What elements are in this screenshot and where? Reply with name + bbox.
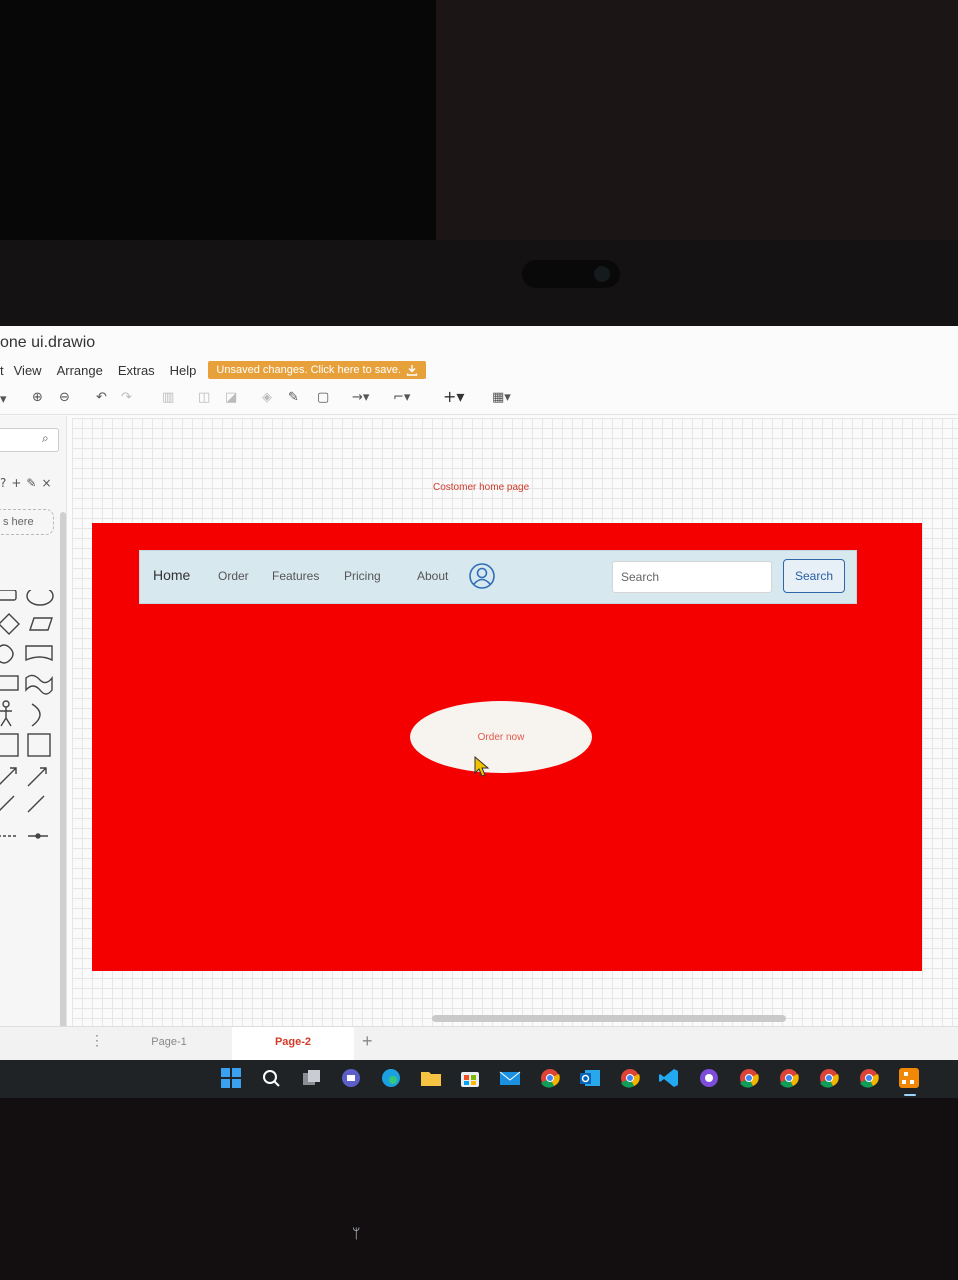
file-explorer-icon[interactable] <box>420 1067 442 1089</box>
active-app-indicator <box>904 1094 916 1096</box>
windows-start-icon[interactable] <box>220 1067 242 1089</box>
chrome-icon[interactable] <box>818 1067 840 1089</box>
scratchpad-drop-area[interactable]: s here <box>0 509 54 535</box>
waypoints-icon[interactable]: ⌐▾ <box>393 391 410 404</box>
menu-arrange[interactable]: Arrange <box>57 363 103 378</box>
delete-icon[interactable]: ▥ <box>162 391 174 404</box>
tab-page-2[interactable]: Page-2 <box>232 1027 354 1061</box>
monitor-bezel-bottom <box>0 1098 958 1280</box>
diagram-page-label[interactable]: Costomer home page <box>433 482 529 493</box>
app-title: one ui.drawio <box>0 334 96 351</box>
nav-home[interactable]: Home <box>153 567 190 583</box>
sidebar-scrollbar[interactable] <box>60 512 66 1052</box>
windows-taskbar <box>0 1060 958 1098</box>
insert-icon[interactable]: +▾ <box>443 389 464 405</box>
search-icon[interactable] <box>260 1067 282 1089</box>
background-wall <box>436 0 958 240</box>
menu-help[interactable]: Help <box>170 363 197 378</box>
order-now-button[interactable]: Order now <box>410 701 592 773</box>
chrome-icon[interactable] <box>539 1067 561 1089</box>
download-icon <box>406 365 418 376</box>
shape-sidebar: ⌕ ?+✎× s here <box>0 416 67 1056</box>
shape-palette[interactable] <box>0 590 60 870</box>
page-tabs: ⋮ Page-1 Page-2 + <box>0 1026 958 1061</box>
table-icon[interactable]: ▦▾ <box>492 391 511 404</box>
mouse-cursor-icon <box>474 756 490 777</box>
chrome-icon[interactable] <box>619 1067 641 1089</box>
pages-menu-icon[interactable]: ⋮ <box>90 1032 104 1049</box>
nav-features[interactable]: Features <box>272 569 319 583</box>
chrome-icon[interactable] <box>778 1067 800 1089</box>
nav-about[interactable]: About <box>417 569 448 583</box>
fill-color-icon[interactable]: ◈ <box>262 391 272 404</box>
redo-icon[interactable]: ↷ <box>121 391 132 404</box>
tab-page-1[interactable]: Page-1 <box>108 1027 230 1061</box>
undo-icon[interactable]: ↶ <box>96 391 107 404</box>
connection-icon[interactable]: →▾ <box>352 391 369 404</box>
menu-view[interactable]: View <box>14 363 42 378</box>
chrome-icon[interactable] <box>858 1067 880 1089</box>
search-button[interactable]: Search <box>783 559 845 593</box>
background-dark <box>0 0 436 240</box>
unsaved-changes-button[interactable]: Unsaved changes. Click here to save. <box>208 361 427 379</box>
to-front-icon[interactable]: ◫ <box>198 391 210 404</box>
vscode-icon[interactable] <box>658 1067 680 1089</box>
menu-edit[interactable]: t <box>0 363 4 378</box>
webcam-lens <box>594 266 610 282</box>
edge-icon[interactable] <box>380 1067 402 1089</box>
toolbar: ▾ ⊕ ⊖ ↶ ↷ ▥ ◫ ◪ ◈ ✎ ▢ →▾ ⌐▾ +▾ ▦▾ <box>0 386 958 415</box>
order-now-label: Order now <box>477 731 525 743</box>
drawio-icon[interactable] <box>898 1067 920 1089</box>
monitor-bezel-top <box>0 240 958 326</box>
menu-extras[interactable]: Extras <box>118 363 155 378</box>
chevron-down-icon[interactable]: ▾ <box>0 393 7 406</box>
task-view-icon[interactable] <box>300 1067 322 1089</box>
wifi-indicator-icon: ᛘ <box>352 1226 361 1242</box>
search-icon: ⌕ <box>42 431 49 445</box>
nav-pricing[interactable]: Pricing <box>344 569 381 583</box>
teams-icon[interactable] <box>340 1067 362 1089</box>
to-back-icon[interactable]: ◪ <box>225 391 237 404</box>
line-color-icon[interactable]: ✎ <box>288 391 299 404</box>
menubar: t View Arrange Extras Help Unsaved chang… <box>0 359 427 381</box>
scratchpad-tools[interactable]: ?+✎× <box>0 476 57 490</box>
mail-icon[interactable] <box>499 1067 521 1089</box>
store-icon[interactable] <box>459 1067 481 1089</box>
canvas-horizontal-scrollbar[interactable] <box>432 1015 786 1022</box>
zoom-in-icon[interactable]: ⊕ <box>32 391 43 404</box>
chrome-icon[interactable] <box>738 1067 760 1089</box>
outlook-icon[interactable] <box>579 1067 601 1089</box>
github-desktop-icon[interactable] <box>698 1067 720 1089</box>
shape-search-input[interactable]: ⌕ <box>0 428 59 452</box>
shadow-icon[interactable]: ▢ <box>317 391 329 404</box>
zoom-out-icon[interactable]: ⊖ <box>59 391 70 404</box>
mock-navbar[interactable]: Home Order Features Pricing About Search <box>139 550 857 604</box>
add-page-icon[interactable]: + <box>362 1031 373 1052</box>
user-avatar-icon[interactable] <box>469 563 495 589</box>
unsaved-changes-label: Unsaved changes. Click here to save. <box>216 364 402 376</box>
nav-order[interactable]: Order <box>218 569 249 583</box>
screen: one ui.drawio t View Arrange Extras Help… <box>0 326 958 1098</box>
search-input[interactable] <box>612 561 772 593</box>
